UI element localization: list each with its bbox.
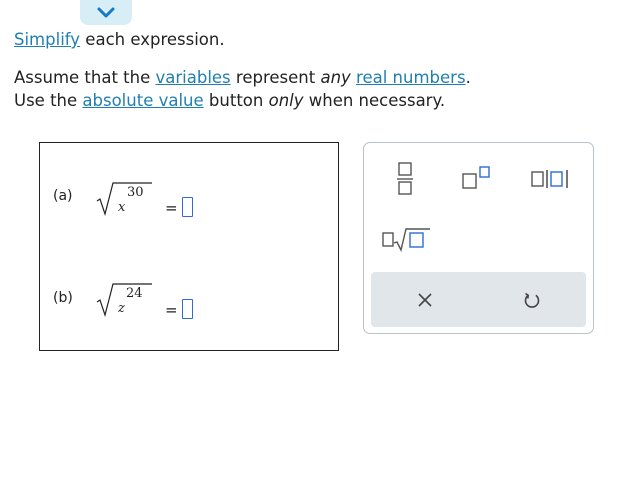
collapse-toggle-button[interactable] — [80, 0, 132, 25]
answer-area: (a) 30 x = (b) 24 z = — [39, 142, 339, 351]
close-icon — [418, 293, 432, 307]
emphasis-any: any — [320, 68, 351, 87]
emphasis-only: only — [268, 91, 304, 110]
problem-b-exponent: 24 — [126, 286, 143, 301]
instruction-line-3: Use the absolute value button only when … — [14, 90, 445, 112]
simplify-link[interactable]: Simplify — [14, 30, 80, 49]
instruction-line-1: Simplify each expression. — [14, 29, 225, 51]
problem-a-variable: x — [118, 200, 126, 215]
exponent-button[interactable] — [458, 161, 494, 193]
instruction-text: Use the — [14, 91, 83, 110]
problem-a-answer-input[interactable] — [182, 197, 193, 217]
problem-a-label: (a) — [53, 188, 73, 204]
chevron-down-icon — [97, 7, 115, 17]
problem-b-equals: = — [165, 301, 178, 319]
instruction-text: represent — [230, 68, 321, 87]
problem-a-equals: = — [165, 199, 178, 217]
instruction-line-2: Assume that the variables represent any … — [14, 67, 471, 89]
instruction-text: . — [465, 68, 471, 87]
nth-root-icon — [382, 228, 430, 252]
instruction-text: button — [203, 91, 269, 110]
instruction-text: each expression. — [80, 30, 225, 49]
undo-button[interactable] — [518, 286, 546, 314]
problem-b-label: (b) — [53, 290, 73, 306]
instruction-text: when necessary. — [303, 91, 446, 110]
problem-a-radical: 30 x — [96, 182, 152, 217]
math-palette — [363, 142, 594, 334]
undo-icon — [524, 292, 540, 308]
instruction-text: Assume that the — [14, 68, 156, 87]
fraction-icon — [397, 162, 413, 195]
fraction-button[interactable] — [390, 157, 420, 199]
problem-b-answer-input[interactable] — [182, 299, 193, 319]
real-numbers-link[interactable]: real numbers — [356, 68, 466, 87]
problem-b-variable: z — [117, 301, 125, 316]
exponent-icon — [462, 166, 490, 189]
problem-a-exponent: 30 — [127, 185, 144, 200]
clear-button[interactable] — [411, 286, 439, 314]
palette-action-bar — [371, 272, 586, 327]
problem-b-radical: 24 z — [96, 283, 152, 318]
variables-link[interactable]: variables — [155, 68, 230, 87]
absolute-value-link[interactable]: absolute value — [82, 91, 203, 110]
nth-root-button[interactable] — [380, 223, 432, 255]
absolute-value-button[interactable] — [530, 163, 574, 195]
absolute-value-icon — [531, 170, 568, 188]
